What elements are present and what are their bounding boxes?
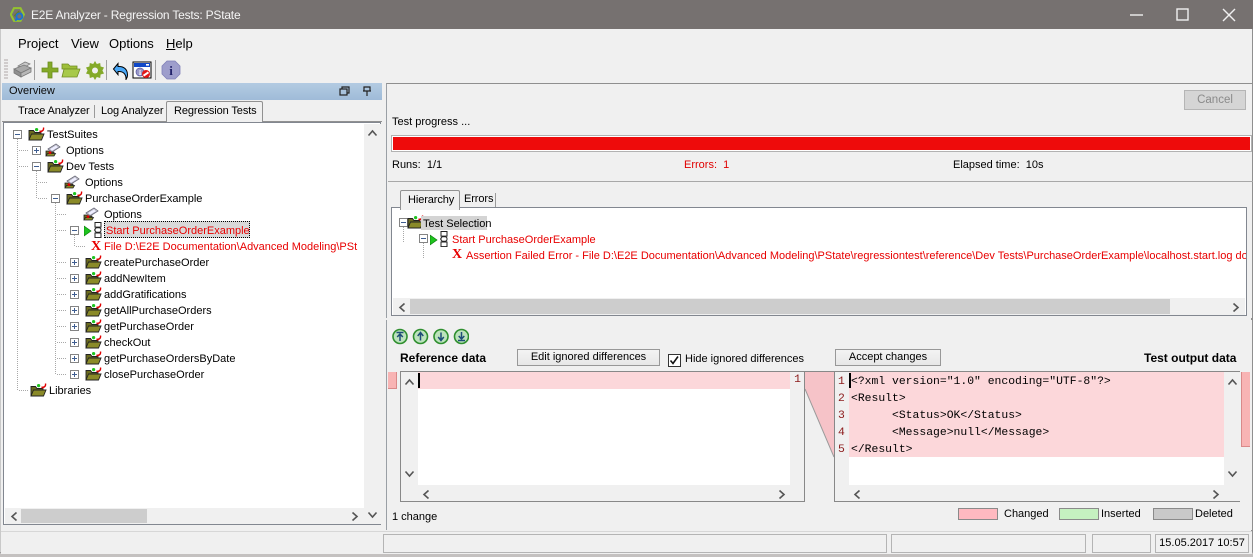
svg-text:i: i bbox=[139, 68, 141, 77]
svg-text:i: i bbox=[169, 63, 173, 78]
